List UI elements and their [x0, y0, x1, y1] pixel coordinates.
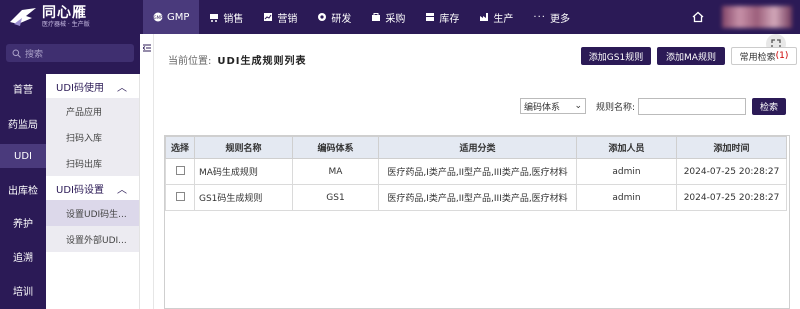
sidebar-item-drug-admin[interactable]: 药监局	[0, 111, 46, 135]
cart-icon	[209, 12, 219, 22]
app-logo[interactable]: 同心雁 医疗器械 · 生产版	[0, 0, 140, 34]
page-title: UDI生成规则列表	[217, 56, 307, 67]
col-header-select: 选择	[165, 136, 195, 159]
col-header-added-by[interactable]: 添加人员	[576, 136, 677, 159]
sidebar-item-first-camp[interactable]: 首营	[0, 76, 46, 100]
submenu-item-set-external-udi[interactable]: 设置外部UDI...	[46, 226, 139, 252]
submenu-group-label: UDI码设置	[56, 184, 104, 196]
collapse-strip	[140, 34, 154, 309]
nav-inventory[interactable]: 库存	[415, 0, 469, 34]
cell-coding-system: MA	[292, 158, 379, 185]
nav-label: 生产	[493, 13, 514, 25]
table-header-row: 选择 规则名称 编码体系 适用分类 添加人员 添加时间	[165, 136, 787, 159]
cell-added-time: 2024-07-25 20:28:27	[676, 184, 787, 211]
more-dots-icon: ···	[533, 11, 546, 23]
search-placeholder: 搜索	[25, 49, 44, 60]
coding-system-select[interactable]: 编码体系 ⌄	[520, 98, 586, 114]
submenu-panel: UDI码使用 ︿ 产品应用 扫码入库 扫码出库 UDI码设置 ︿ 设置UDI码生…	[46, 74, 140, 309]
chevron-up-icon: ︿	[117, 184, 127, 196]
main-content: 当前位置: UDI生成规则列表 添加GS1规则 添加MA规则 常用检索 (1) 编码…	[155, 34, 800, 309]
coding-system-value: 编码体系	[524, 102, 561, 113]
search-input[interactable]: 搜索	[6, 44, 134, 62]
nav-purchase[interactable]: 采购	[361, 0, 415, 34]
cell-category: 医疗药品,I类产品,II型产品,III类产品,医疗材料	[378, 184, 577, 211]
sidebar-item-udi[interactable]: UDI	[0, 144, 46, 168]
chart-icon	[263, 12, 273, 22]
submenu-group-udi-use[interactable]: UDI码使用 ︿	[46, 74, 139, 98]
app-subtitle: 医疗器械 · 生产版	[42, 20, 90, 28]
nav-rnd[interactable]: 研发	[307, 0, 361, 34]
rules-table: 选择 规则名称 编码体系 适用分类 添加人员 添加时间 MA码生成规则 MA 医…	[164, 135, 790, 309]
sidebar-item-trace[interactable]: 追溯	[0, 244, 46, 268]
submenu-item-scan-in[interactable]: 扫码入库	[46, 124, 139, 150]
logo-bird-icon	[8, 6, 38, 28]
user-avatar[interactable]	[722, 6, 792, 28]
chevron-down-icon: ⌄	[574, 101, 582, 111]
cell-rule-name: GS1码生成规则	[194, 184, 293, 211]
search-button[interactable]: 检索	[752, 98, 786, 115]
collapse-menu-icon[interactable]	[143, 44, 151, 52]
submenu-item-product-app[interactable]: 产品应用	[46, 98, 139, 124]
gmp-badge-icon: GMP	[153, 12, 163, 22]
rule-name-label: 规则名称:	[596, 103, 636, 113]
nav-gmp[interactable]: GMP GMP	[143, 0, 200, 34]
nav-label: 销售	[223, 13, 244, 25]
sidebar-item-outbound-check[interactable]: 出库检	[0, 177, 46, 201]
add-gs1-rule-button[interactable]: 添加GS1规则	[581, 47, 651, 65]
cell-added-by: admin	[576, 184, 677, 211]
nav-label: 采购	[385, 13, 406, 25]
search-icon	[12, 49, 21, 58]
nav-marketing[interactable]: 营销	[253, 0, 307, 34]
common-search-button[interactable]: 常用检索 (1)	[731, 47, 797, 65]
submenu-group-udi-settings[interactable]: UDI码设置 ︿	[46, 176, 139, 200]
nav-label: 更多	[549, 13, 570, 25]
box-icon	[425, 12, 435, 22]
rule-name-input[interactable]	[638, 98, 746, 115]
nav-label: GMP	[167, 11, 190, 23]
home-icon[interactable]	[692, 11, 704, 23]
cell-coding-system: GS1	[292, 184, 379, 211]
cell-added-by: admin	[576, 158, 677, 185]
sidebar-item-training[interactable]: 培训	[0, 278, 46, 302]
nav-label: 营销	[277, 13, 298, 25]
gear-icon	[317, 12, 327, 22]
row-checkbox[interactable]	[175, 165, 185, 175]
svg-text:GMP: GMP	[154, 15, 163, 20]
common-search-label: 常用检索	[739, 52, 776, 63]
app-name: 同心雁	[42, 4, 87, 21]
add-ma-rule-button[interactable]: 添加MA规则	[657, 47, 725, 65]
nav-production[interactable]: 生产	[469, 0, 523, 34]
common-search-count: (1)	[775, 51, 789, 61]
submenu-group-label: UDI码使用	[56, 82, 104, 94]
bag-icon	[371, 12, 381, 22]
submenu-item-set-udi[interactable]: 设置UDI码生...	[46, 200, 139, 226]
cell-added-time: 2024-07-25 20:28:27	[676, 158, 787, 185]
col-header-coding-system[interactable]: 编码体系	[292, 136, 379, 159]
col-header-added-time[interactable]: 添加时间	[676, 136, 787, 159]
factory-icon	[479, 12, 489, 22]
nav-label: 库存	[439, 13, 460, 25]
col-header-category[interactable]: 适用分类	[378, 136, 577, 159]
submenu-item-scan-out[interactable]: 扫码出库	[46, 150, 139, 176]
table-row[interactable]: MA码生成规则 MA 医疗药品,I类产品,II型产品,III类产品,医疗材料 a…	[165, 158, 787, 185]
sidebar-item-maintenance[interactable]: 养护	[0, 210, 46, 234]
nav-label: 研发	[331, 13, 352, 25]
top-bar: 同心雁 医疗器械 · 生产版 GMP GMP 销售 营销 研发 采购 库存 生产…	[0, 0, 800, 34]
cell-rule-name: MA码生成规则	[194, 158, 293, 185]
main-nav: GMP GMP 销售 营销 研发 采购 库存 生产 ··· 更多	[143, 0, 580, 34]
breadcrumb: 当前位置: UDI生成规则列表	[168, 52, 307, 67]
col-header-rule-name[interactable]: 规则名称	[194, 136, 293, 159]
breadcrumb-prefix: 当前位置:	[168, 56, 212, 67]
cell-category: 医疗药品,I类产品,II型产品,III类产品,医疗材料	[378, 158, 577, 185]
nav-sales[interactable]: 销售	[199, 0, 253, 34]
nav-more[interactable]: ··· 更多	[523, 0, 580, 34]
table-row[interactable]: GS1码生成规则 GS1 医疗药品,I类产品,II型产品,III类产品,医疗材料…	[165, 184, 787, 211]
row-checkbox[interactable]	[175, 191, 185, 201]
sidebar-search: 搜索	[0, 34, 140, 74]
chevron-up-icon: ︿	[117, 82, 127, 94]
